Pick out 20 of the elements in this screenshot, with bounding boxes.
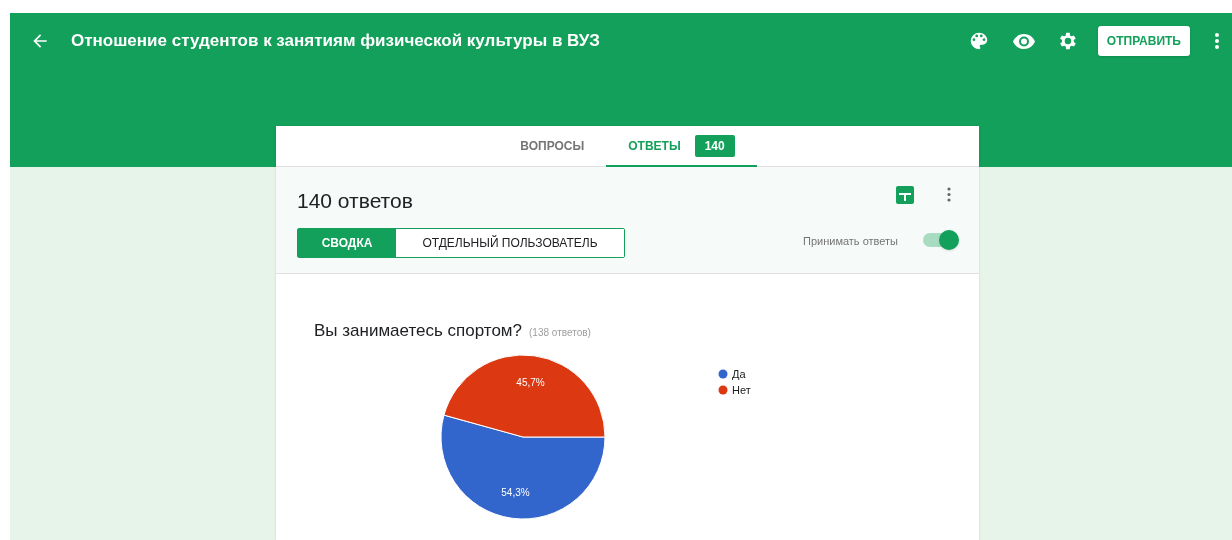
more-icon[interactable] bbox=[947, 187, 951, 202]
form-title: Отношение студентов к занятиям физической культуры в ВУЗ bbox=[71, 29, 600, 52]
count-badge: 140 bbox=[694, 134, 735, 157]
accept-responses-label: Принимать ответы bbox=[803, 234, 898, 249]
spreadsheet-icon[interactable] bbox=[896, 186, 914, 204]
question-title: Вы занимаетесь спортом? bbox=[314, 320, 522, 342]
accept-responses-toggle[interactable] bbox=[923, 230, 959, 250]
slice-label: 45,7% bbox=[516, 376, 545, 388]
tab[interactable]: ВОПРОСЫ bbox=[498, 126, 607, 167]
legend-dot bbox=[718, 369, 728, 379]
responses-count-title: 140 ответов bbox=[297, 188, 413, 214]
legend-label: Нет bbox=[732, 384, 751, 396]
view-toggle-button[interactable]: ОТДЕЛЬНЫЙ ПОЛЬЗОВАТЕЛЬ bbox=[396, 228, 624, 257]
legend-label: Да bbox=[732, 368, 746, 380]
send-button[interactable]: ОТПРАВИТЬ bbox=[1097, 25, 1190, 56]
slice-label: 54,3% bbox=[501, 487, 530, 499]
more-icon[interactable] bbox=[1214, 31, 1220, 50]
legend-dot bbox=[718, 385, 728, 395]
response-count: (138 ответов) bbox=[529, 326, 591, 340]
view-toggle-button[interactable]: СВОДКА bbox=[298, 228, 396, 257]
